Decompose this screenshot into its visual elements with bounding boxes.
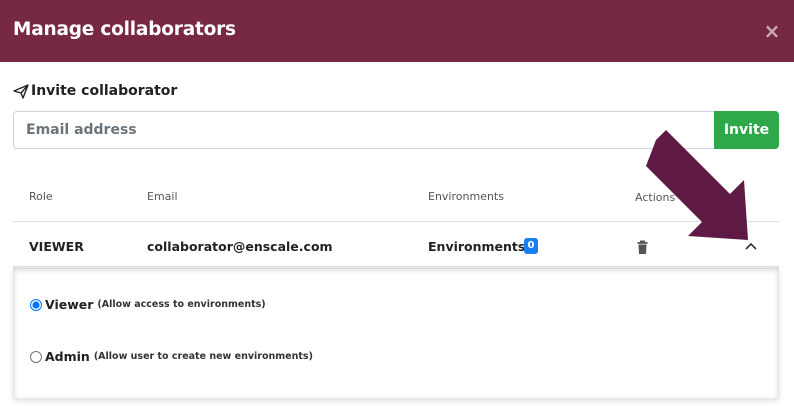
row-role: VIEWER bbox=[29, 239, 84, 254]
column-header-email: Email bbox=[147, 190, 178, 203]
viewer-radio[interactable] bbox=[30, 298, 42, 311]
admin-description: (Allow user to create new environments) bbox=[93, 351, 313, 362]
modal-title: Manage collaborators bbox=[13, 19, 236, 40]
table-header-divider bbox=[13, 221, 779, 222]
admin-label: Admin bbox=[45, 349, 90, 364]
close-button[interactable]: × bbox=[762, 20, 782, 42]
chevron-up-icon bbox=[745, 242, 757, 250]
row-environments-label: Environments bbox=[428, 239, 526, 254]
role-option-admin[interactable]: Admin (Allow user to create new environm… bbox=[30, 349, 313, 364]
trash-icon bbox=[637, 240, 648, 254]
paper-plane-icon bbox=[13, 83, 29, 99]
role-option-viewer[interactable]: Viewer (Allow access to environments) bbox=[30, 297, 266, 312]
manage-collaborators-modal: Manage collaborators × Invite collaborat… bbox=[0, 0, 794, 406]
column-header-role: Role bbox=[29, 190, 53, 203]
environments-count-badge[interactable]: 0 bbox=[524, 238, 538, 254]
column-header-actions: Actions bbox=[635, 191, 676, 204]
admin-radio[interactable] bbox=[30, 350, 42, 363]
column-header-environments: Environments bbox=[428, 190, 504, 203]
invite-button[interactable]: Invite bbox=[714, 111, 779, 149]
delete-collaborator-button[interactable] bbox=[637, 240, 650, 255]
row-email: collaborator@enscale.com bbox=[147, 239, 333, 254]
viewer-description: (Allow access to environments) bbox=[97, 299, 266, 310]
invite-heading-label: Invite collaborator bbox=[31, 83, 178, 99]
panel-shadow bbox=[13, 266, 779, 270]
collapse-row-button[interactable] bbox=[743, 238, 759, 252]
viewer-label: Viewer bbox=[45, 297, 94, 312]
email-address-input[interactable] bbox=[13, 111, 715, 149]
role-selection-panel bbox=[13, 268, 779, 398]
modal-header: Manage collaborators × bbox=[0, 0, 794, 62]
invite-heading: Invite collaborator bbox=[13, 83, 177, 99]
